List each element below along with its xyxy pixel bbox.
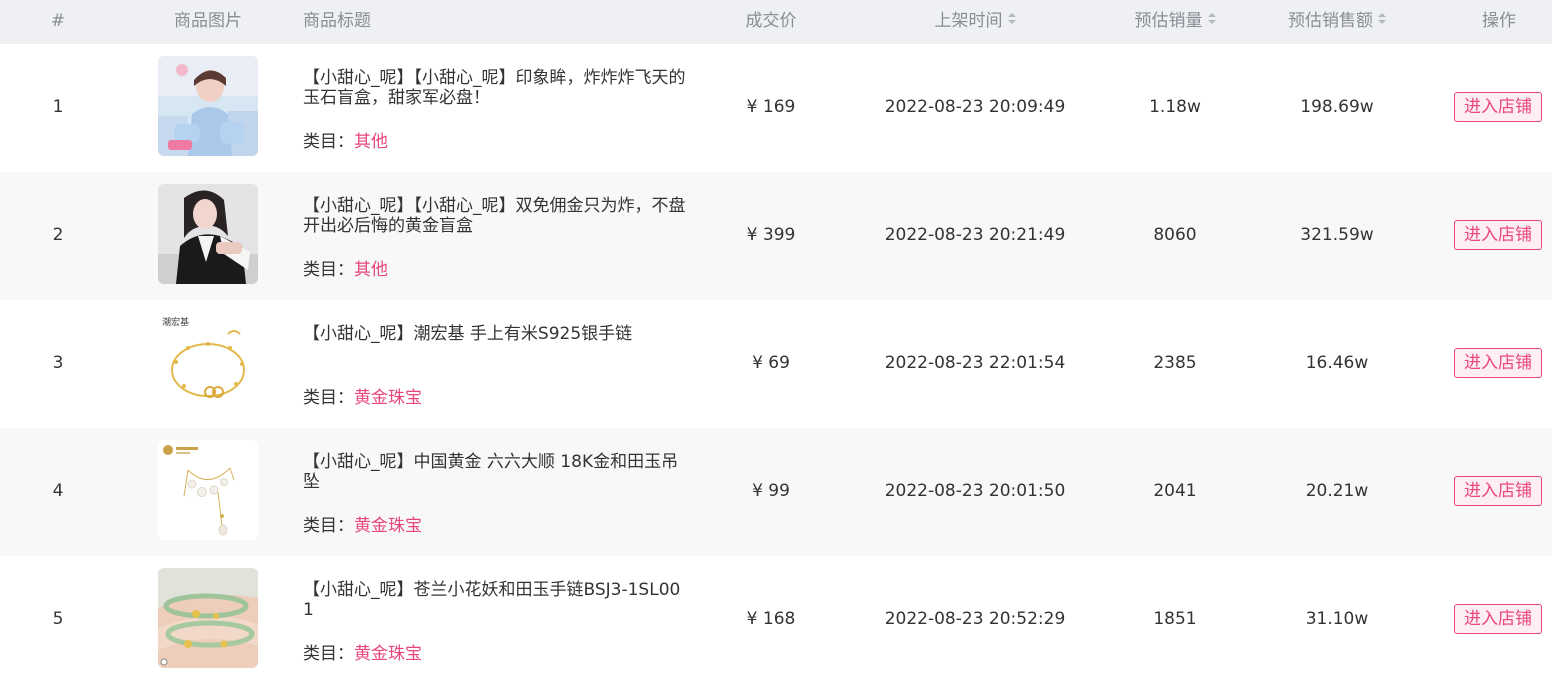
- listed-time: 2022-08-23 20:21:49: [884, 225, 1066, 245]
- est-sales: 8060: [1153, 225, 1197, 245]
- est-sales: 2041: [1153, 481, 1197, 501]
- category-label: 类目：: [303, 132, 354, 152]
- product-table: # 商品图片 商品标题 成交价 上架时间 预估销量 预估销售额 操作 1 【小甜…: [0, 0, 1552, 681]
- price-value: 399: [762, 225, 796, 245]
- product-title[interactable]: 【小甜心_呢】【小甜心_呢】印象眸，炸炸炸飞天的玉石盲盒，甜家军必盘！: [303, 68, 688, 108]
- price-value: 99: [768, 481, 790, 501]
- listed-time: 2022-08-23 20:01:50: [884, 481, 1066, 501]
- est-sales: 1.18w: [1149, 97, 1201, 117]
- price-value: 169: [762, 97, 796, 117]
- est-sales: 1851: [1153, 609, 1197, 629]
- listed-time: 2022-08-23 20:52:29: [884, 609, 1066, 629]
- deal-price: ¥ 99: [700, 481, 842, 501]
- table-row: 2 【小甜心_呢】【小甜心_呢】双免佣金只为炸，不盘开出必后悔的黄金盲盒 类目：…: [0, 172, 1552, 300]
- table-row: 5 【小甜心_呢】苍兰小花妖和田玉手链BSJ3-1SL001 类目：黄金珠宝 ¥…: [0, 556, 1552, 681]
- woman-in-black-blazer-photo-icon: [158, 184, 258, 284]
- column-header-listed-time[interactable]: 上架时间: [860, 0, 1090, 44]
- table-row: 4 【小甜心_呢】中国黄金 六六大顺 18K金和田玉吊坠 类目：黄金珠宝 ¥ 9…: [0, 428, 1552, 556]
- pearl-pendant-necklace-photo-icon: [158, 440, 258, 540]
- product-category: 类目：其他: [303, 255, 388, 280]
- deal-price: ¥ 399: [700, 225, 842, 245]
- category-value: 其他: [354, 260, 388, 280]
- category-value: 其他: [354, 132, 388, 152]
- est-revenue: 20.21w: [1305, 481, 1369, 501]
- product-category: 类目：其他: [303, 127, 388, 152]
- brand-logo-text: 潮宏基: [162, 316, 189, 328]
- category-label: 类目：: [303, 388, 354, 408]
- currency-symbol: ¥: [752, 481, 763, 501]
- enter-store-button[interactable]: 进入店铺: [1454, 476, 1542, 506]
- table-row: 3 潮宏基 【小甜心_呢】潮宏基 手上有米S925银手链 类目：黄金珠宝 ¥ 6…: [0, 300, 1552, 428]
- jade-bracelet-on-wrist-photo-icon: [158, 568, 258, 668]
- enter-store-button[interactable]: 进入店铺: [1454, 220, 1542, 250]
- product-image[interactable]: [158, 568, 258, 668]
- column-header-price: 成交价: [745, 11, 797, 31]
- category-value: 黄金珠宝: [354, 388, 422, 408]
- product-title[interactable]: 【小甜心_呢】潮宏基 手上有米S925银手链: [303, 324, 688, 344]
- listed-time: 2022-08-23 22:01:54: [884, 353, 1066, 373]
- currency-symbol: ¥: [746, 97, 758, 117]
- deal-price: ¥ 69: [700, 353, 842, 373]
- product-image[interactable]: [158, 440, 258, 540]
- category-value: 黄金珠宝: [354, 516, 422, 536]
- column-header-image: 商品图片: [174, 11, 242, 31]
- table-row: 1 【小甜心_呢】【小甜心_呢】印象眸，炸炸炸飞天的玉石盲盒，甜家军必盘！ 类目…: [0, 44, 1552, 172]
- currency-symbol: ¥: [746, 225, 758, 245]
- est-revenue: 198.69w: [1300, 97, 1374, 117]
- price-value: 69: [768, 353, 790, 373]
- product-category: 类目：黄金珠宝: [303, 639, 422, 664]
- column-header-est-revenue-label: 预估销售额: [1288, 11, 1373, 31]
- enter-store-button[interactable]: 进入店铺: [1454, 604, 1542, 634]
- column-header-est-sales-label: 预估销量: [1134, 11, 1203, 31]
- deal-price: ¥ 169: [700, 97, 842, 117]
- est-sales: 2385: [1153, 353, 1197, 373]
- enter-store-button[interactable]: 进入店铺: [1454, 92, 1542, 122]
- listed-time: 2022-08-23 20:09:49: [884, 97, 1066, 117]
- product-image[interactable]: [158, 184, 258, 284]
- row-index: 4: [52, 481, 64, 501]
- product-image[interactable]: [158, 56, 258, 156]
- product-category: 类目：黄金珠宝: [303, 383, 422, 408]
- currency-symbol: ¥: [746, 609, 758, 629]
- column-header-index: #: [50, 11, 66, 31]
- gold-bracelet-photo-icon: 潮宏基: [158, 312, 258, 412]
- est-revenue: 31.10w: [1305, 609, 1369, 629]
- woman-in-blue-outfit-photo-icon: [158, 56, 258, 156]
- row-index: 1: [52, 97, 64, 117]
- row-index: 2: [52, 225, 64, 245]
- price-value: 168: [762, 609, 796, 629]
- category-label: 类目：: [303, 260, 354, 280]
- enter-store-button[interactable]: 进入店铺: [1454, 348, 1542, 378]
- category-value: 黄金珠宝: [354, 644, 422, 664]
- table-header: # 商品图片 商品标题 成交价 上架时间 预估销量 预估销售额 操作: [0, 0, 1552, 44]
- column-header-listed-time-label: 上架时间: [934, 11, 1003, 31]
- row-index: 5: [52, 609, 64, 629]
- sort-icon[interactable]: [1378, 13, 1386, 25]
- product-category: 类目：黄金珠宝: [303, 511, 422, 536]
- est-revenue: 321.59w: [1300, 225, 1374, 245]
- column-header-est-revenue[interactable]: 预估销售额: [1262, 0, 1412, 44]
- product-title[interactable]: 【小甜心_呢】苍兰小花妖和田玉手链BSJ3-1SL001: [303, 580, 688, 620]
- category-label: 类目：: [303, 516, 354, 536]
- column-header-action: 操作: [1482, 11, 1516, 31]
- product-image[interactable]: 潮宏基: [158, 312, 258, 412]
- est-revenue: 16.46w: [1305, 353, 1369, 373]
- deal-price: ¥ 168: [700, 609, 842, 629]
- product-title[interactable]: 【小甜心_呢】【小甜心_呢】双免佣金只为炸，不盘开出必后悔的黄金盲盒: [303, 196, 688, 236]
- column-header-est-sales[interactable]: 预估销量: [1100, 0, 1250, 44]
- category-label: 类目：: [303, 644, 354, 664]
- sort-icon[interactable]: [1007, 13, 1016, 25]
- sort-icon[interactable]: [1207, 13, 1216, 25]
- product-title[interactable]: 【小甜心_呢】中国黄金 六六大顺 18K金和田玉吊坠: [303, 452, 688, 492]
- column-header-title: 商品标题: [303, 11, 371, 31]
- row-index: 3: [52, 353, 64, 373]
- currency-symbol: ¥: [752, 353, 763, 373]
